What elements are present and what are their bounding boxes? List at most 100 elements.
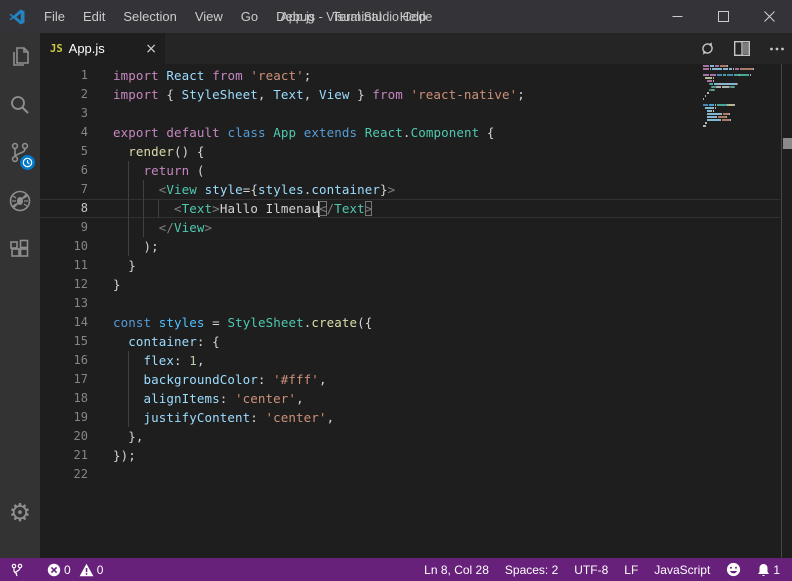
minimap-line bbox=[734, 86, 735, 88]
menu-edit[interactable]: Edit bbox=[74, 0, 114, 33]
close-button[interactable] bbox=[746, 0, 792, 33]
status-item-encoding[interactable]: UTF-8 bbox=[566, 558, 616, 581]
tab-close-icon[interactable]: × bbox=[145, 41, 157, 57]
minimap-line bbox=[740, 74, 749, 76]
code-line-row[interactable]: 15 container: { bbox=[40, 332, 780, 351]
code-line-text: }); bbox=[108, 446, 136, 465]
code-line-row[interactable]: 12} bbox=[40, 275, 780, 294]
maximize-button[interactable] bbox=[700, 0, 746, 33]
sidebar-item-source-control[interactable] bbox=[0, 129, 40, 177]
sidebar-item-extensions[interactable] bbox=[0, 225, 40, 273]
code-line-row[interactable]: 4export default class App extends React.… bbox=[40, 123, 780, 142]
line-number: 3 bbox=[40, 104, 108, 123]
sidebar-item-search[interactable] bbox=[0, 81, 40, 129]
line-number: 18 bbox=[40, 389, 108, 408]
line-number: 12 bbox=[40, 275, 108, 294]
title-bar: FileEditSelectionViewGoDebugTerminalHelp… bbox=[0, 0, 792, 33]
feedback-button[interactable] bbox=[718, 558, 749, 581]
code-line-row[interactable]: 5 render() { bbox=[40, 142, 780, 161]
line-number: 20 bbox=[40, 427, 108, 446]
minimize-button[interactable] bbox=[654, 0, 700, 33]
window-title: App.js - Visual Studio Code bbox=[280, 10, 432, 24]
sync-clock-badge bbox=[20, 155, 35, 170]
settings-gear-icon: ⚙ bbox=[9, 500, 31, 525]
indent-guide bbox=[128, 161, 129, 256]
minimap-line bbox=[707, 80, 713, 82]
status-item-eol[interactable]: LF bbox=[616, 558, 646, 581]
code-line-row[interactable]: 2import { StyleSheet, Text, View } from … bbox=[40, 85, 780, 104]
code-line-row[interactable]: 11 } bbox=[40, 256, 780, 275]
line-number: 5 bbox=[40, 142, 108, 161]
minimap-line bbox=[703, 68, 709, 70]
source-control-status-button[interactable] bbox=[0, 558, 28, 581]
tab-label: App.js bbox=[69, 41, 138, 56]
menu-file[interactable]: File bbox=[35, 0, 74, 33]
code-line-text: <View style={styles.container}> bbox=[108, 180, 395, 199]
sync-changes-icon[interactable] bbox=[698, 40, 716, 58]
minimap-line bbox=[722, 86, 729, 88]
code-line-row[interactable]: 19 justifyContent: 'center', bbox=[40, 408, 780, 427]
code-line-row[interactable]: 21}); bbox=[40, 446, 780, 465]
code-line-row[interactable]: 6 return ( bbox=[40, 161, 780, 180]
code-line-row[interactable]: 10 ); bbox=[40, 237, 780, 256]
code-line-row[interactable]: 22 bbox=[40, 465, 780, 484]
status-item-indentation[interactable]: Spaces: 2 bbox=[497, 558, 566, 581]
menu-go[interactable]: Go bbox=[232, 0, 267, 33]
minimap-line bbox=[717, 104, 727, 106]
scrollbar-track[interactable] bbox=[781, 64, 782, 558]
code-line-row[interactable]: 14const styles = StyleSheet.create({ bbox=[40, 313, 780, 332]
minimap-line bbox=[729, 68, 733, 70]
minimap-line bbox=[721, 68, 722, 70]
code-line-row[interactable]: 8 <Text>Hallo Ilmenau</Text> bbox=[40, 199, 780, 218]
minimap-line bbox=[726, 116, 727, 118]
code-line-row[interactable]: 7 <View style={styles.container}> bbox=[40, 180, 780, 199]
line-number: 10 bbox=[40, 237, 108, 256]
minimap[interactable] bbox=[703, 65, 779, 135]
status-item-language-mode[interactable]: JavaScript bbox=[646, 558, 718, 581]
minimap-line bbox=[730, 119, 731, 121]
line-number: 22 bbox=[40, 465, 108, 484]
code-line-row[interactable]: 20 }, bbox=[40, 427, 780, 446]
sidebar-item-debug[interactable] bbox=[0, 177, 40, 225]
code-line-row[interactable]: 17 backgroundColor: '#fff', bbox=[40, 370, 780, 389]
minimap-line bbox=[710, 65, 715, 67]
minimap-line bbox=[707, 92, 709, 94]
code-line-text: <Text>Hallo Ilmenau</Text> bbox=[108, 199, 372, 219]
minimap-line bbox=[711, 110, 712, 112]
sidebar-item-settings[interactable]: ⚙ bbox=[0, 488, 40, 536]
code-line-text: return ( bbox=[108, 161, 205, 180]
code-line-row[interactable]: 1import React from 'react'; bbox=[40, 66, 780, 85]
minimap-line bbox=[733, 104, 735, 106]
minimap-line bbox=[717, 74, 722, 76]
minimap-line bbox=[728, 83, 737, 85]
status-item-cursor-position[interactable]: Ln 8, Col 28 bbox=[416, 558, 497, 581]
tab-appjs[interactable]: JS App.js × bbox=[40, 33, 165, 64]
minimap-line bbox=[713, 110, 714, 112]
problems-status-button[interactable]: 0 0 bbox=[42, 558, 108, 581]
warning-count: 0 bbox=[97, 563, 104, 577]
minimap-line bbox=[753, 68, 754, 70]
code-line-row[interactable]: 9 </View> bbox=[40, 218, 780, 237]
code-line-row[interactable]: 13 bbox=[40, 294, 780, 313]
minimap-line bbox=[727, 68, 728, 70]
code-editor[interactable]: 1import React from 'react';2import { Sty… bbox=[40, 64, 792, 558]
split-editor-icon[interactable] bbox=[733, 40, 751, 58]
code-line-row[interactable]: 16 flex: 1, bbox=[40, 351, 780, 370]
line-number: 4 bbox=[40, 123, 108, 142]
menu-view[interactable]: View bbox=[186, 0, 232, 33]
menu-selection[interactable]: Selection bbox=[114, 0, 185, 33]
window-controls bbox=[654, 0, 792, 33]
minimap-line bbox=[713, 107, 714, 109]
code-line-row[interactable]: 3 bbox=[40, 104, 780, 123]
minimap-line bbox=[716, 86, 721, 88]
minimap-line bbox=[729, 113, 730, 115]
sidebar-item-explorer[interactable] bbox=[0, 33, 40, 81]
minimap-line bbox=[710, 83, 714, 85]
minimap-line bbox=[722, 119, 730, 121]
vscode-window: FileEditSelectionViewGoDebugTerminalHelp… bbox=[0, 0, 792, 581]
code-line-text: flex: 1, bbox=[108, 351, 205, 370]
code-line-row[interactable]: 18 alignItems: 'center', bbox=[40, 389, 780, 408]
more-actions-icon[interactable] bbox=[768, 40, 786, 58]
code-line-text: render() { bbox=[108, 142, 205, 161]
notifications-button[interactable]: 1 bbox=[749, 558, 792, 581]
